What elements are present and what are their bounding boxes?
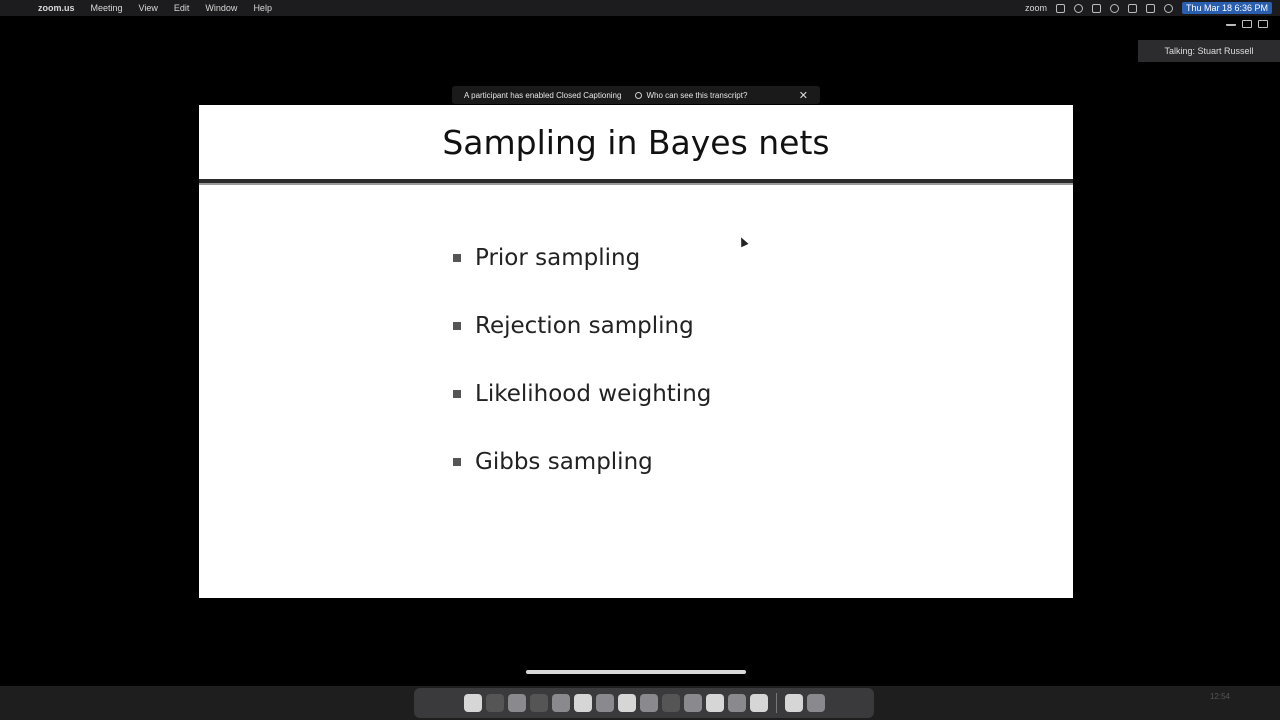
menu-meeting[interactable]: Meeting: [83, 3, 131, 13]
bullet-item: Likelihood weighting: [453, 377, 711, 411]
finder-icon[interactable]: [463, 694, 482, 712]
bluetooth-icon[interactable]: [1091, 3, 1101, 13]
bullet-item: Prior sampling: [453, 241, 711, 275]
bullet-item: Gibbs sampling: [453, 445, 711, 479]
bullet-marker-icon: [453, 458, 461, 466]
bullet-marker-icon: [453, 322, 461, 330]
downloads-icon[interactable]: [784, 694, 803, 712]
bullet-text: Rejection sampling: [475, 313, 694, 339]
terminal-icon[interactable]: [529, 694, 548, 712]
preview-icon[interactable]: [595, 694, 614, 712]
wifi-icon[interactable]: [1127, 3, 1137, 13]
clock[interactable]: Thu Mar 18 6:36 PM: [1181, 2, 1272, 14]
calendar-icon[interactable]: [573, 694, 592, 712]
share-scroll-indicator[interactable]: [526, 670, 746, 674]
chrome-icon[interactable]: [507, 694, 526, 712]
menu-view[interactable]: View: [131, 3, 166, 13]
menu-app-name[interactable]: zoom.us: [30, 3, 83, 13]
zoom-window-controls: [1226, 20, 1268, 28]
bullet-marker-icon: [453, 390, 461, 398]
close-icon[interactable]: ✕: [799, 89, 808, 102]
system-preferences-icon[interactable]: [705, 694, 724, 712]
dock-separator: [775, 693, 777, 713]
transcript-link-label: Who can see this transcript?: [646, 90, 748, 100]
zoom-icon[interactable]: [661, 694, 680, 712]
slide-title: Sampling in Bayes nets: [442, 123, 830, 162]
title-divider: [199, 179, 1073, 185]
gallery-view-icon[interactable]: [1242, 20, 1252, 28]
mail-icon[interactable]: [683, 694, 702, 712]
time-machine-icon[interactable]: [1109, 3, 1119, 13]
slide-title-bar: Sampling in Bayes nets: [199, 105, 1073, 180]
menu-help[interactable]: Help: [245, 3, 280, 13]
menubar-status-area: zoom Thu Mar 18 6:36 PM: [1025, 2, 1280, 14]
shared-slide: Sampling in Bayes nets Prior sampling Re…: [199, 105, 1073, 598]
bullet-marker-icon: [453, 254, 461, 262]
menu-edit[interactable]: Edit: [166, 3, 198, 13]
bullet-text: Likelihood weighting: [475, 381, 712, 407]
bullet-item: Rejection sampling: [453, 309, 711, 343]
transcript-visibility-link[interactable]: Who can see this transcript?: [635, 91, 747, 100]
dock: [414, 688, 874, 718]
screen-share-icon[interactable]: [1055, 3, 1065, 13]
bullet-list: Prior sampling Rejection sampling Likeli…: [453, 241, 711, 513]
dock-bar: 12:54: [0, 686, 1280, 720]
bullet-text: Gibbs sampling: [475, 449, 653, 475]
search-icon[interactable]: [1163, 3, 1173, 13]
trash-icon[interactable]: [806, 694, 825, 712]
launchpad-icon[interactable]: [485, 694, 504, 712]
battery-icon[interactable]: [1145, 3, 1155, 13]
menu-window[interactable]: Window: [197, 3, 245, 13]
fullscreen-icon[interactable]: [1258, 20, 1268, 28]
person-icon: [635, 91, 643, 99]
closed-caption-banner: A participant has enabled Closed Caption…: [452, 86, 820, 104]
zoom-status-label[interactable]: zoom: [1025, 3, 1047, 13]
photos-icon[interactable]: [639, 694, 658, 712]
powerpoint-icon[interactable]: [749, 694, 768, 712]
dock-right-text: 12:54: [1209, 692, 1230, 701]
notes-icon[interactable]: [617, 694, 636, 712]
word-icon[interactable]: [727, 694, 746, 712]
menu-bar: zoom.us Meeting View Edit Window Help zo…: [0, 0, 1280, 16]
bullet-text: Prior sampling: [475, 245, 641, 271]
talking-indicator: Talking: Stuart Russell: [1138, 40, 1280, 62]
caption-message: A participant has enabled Closed Caption…: [464, 90, 622, 100]
minimize-icon[interactable]: [1226, 20, 1236, 26]
user-icon[interactable]: [1073, 3, 1083, 13]
messages-icon[interactable]: [551, 694, 570, 712]
